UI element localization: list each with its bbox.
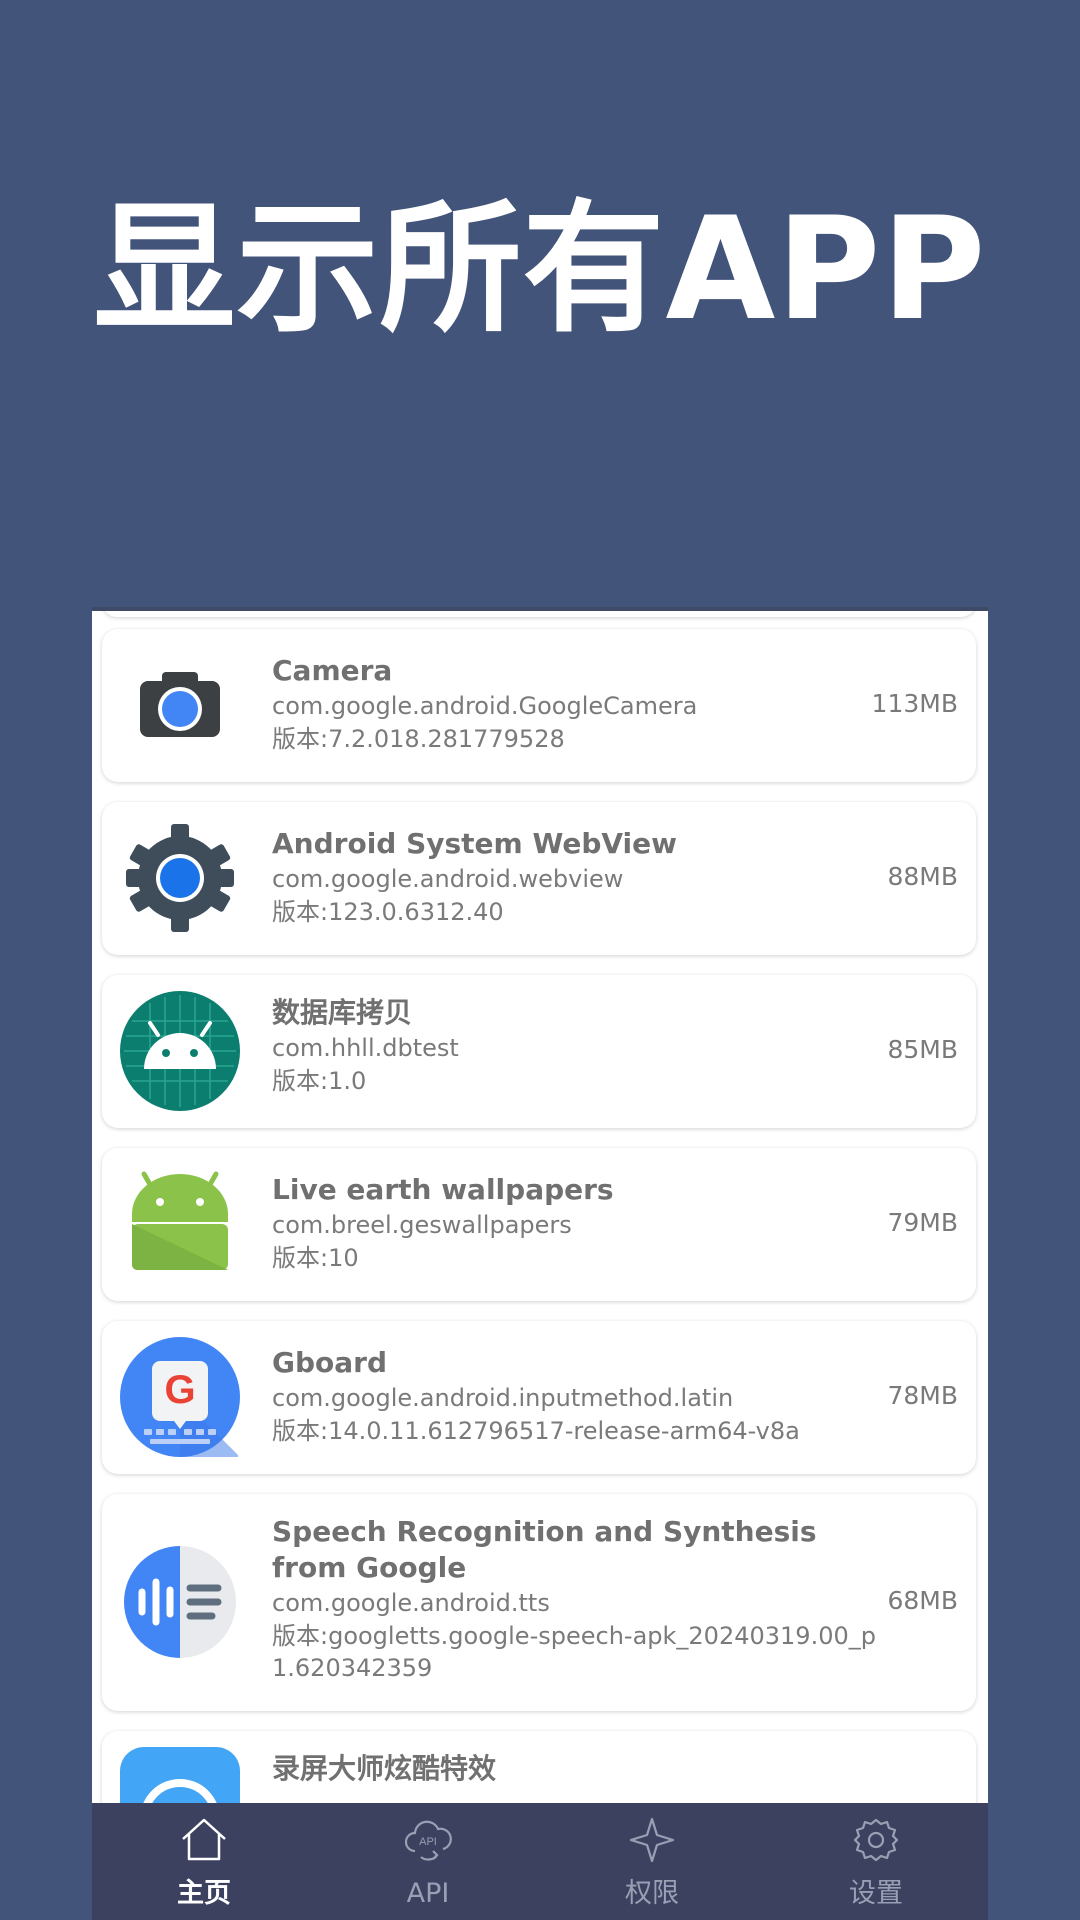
home-icon [182, 1818, 226, 1861]
app-name: Gboard [272, 1346, 388, 1379]
app-version: 版本:14.0.11.612796517-release-arm64-v8a [272, 1417, 800, 1445]
svg-text:G: G [164, 1368, 195, 1412]
app-size: 113MB [871, 689, 958, 718]
app-size: 85MB [887, 1035, 958, 1064]
sparkle-icon [629, 1817, 675, 1863]
app-size: 79MB [887, 1208, 958, 1237]
app-package: com.hhll.dbtest [272, 1034, 459, 1062]
app-card-camera[interactable]: Camera com.google.android.GoogleCamera 版… [102, 629, 976, 782]
screen-top-edge [92, 607, 988, 611]
promo-headline: 显示所有APP [93, 187, 987, 352]
settings-gear-icon [853, 1818, 899, 1862]
app-size: 78MB [887, 1381, 958, 1410]
app-package: com.breel.geswallpapers [272, 1211, 572, 1239]
app-version: 版本:1.0 [272, 1067, 367, 1095]
app-name: 数据库拷贝 [272, 996, 413, 1029]
app-name: Speech Recognition and Synthesis from Go… [272, 1515, 817, 1584]
nav-label: 主页 [177, 1878, 231, 1909]
app-card-gboard[interactable]: G Gboard com.google.android.inputmethod.… [102, 1321, 976, 1474]
nav-label: 设置 [849, 1878, 903, 1909]
app-name: Live earth wallpapers [272, 1173, 614, 1206]
bottom-navigation: 主页 API API 权限 设置 [92, 1803, 988, 1920]
nav-api[interactable]: API API [316, 1803, 540, 1920]
nav-home[interactable]: 主页 [92, 1803, 316, 1920]
svg-text:API: API [419, 1836, 437, 1848]
speech-icon [120, 1542, 240, 1662]
app-version: 版本:7.2.018.281779528 [272, 725, 565, 753]
app-card-speech[interactable]: Speech Recognition and Synthesis from Go… [102, 1494, 976, 1711]
app-version: 版本:googletts.google-speech-apk_20240319.… [272, 1622, 876, 1682]
app-card-dbtest[interactable]: 数据库拷贝 com.hhll.dbtest 版本:1.0 85MB [102, 975, 976, 1128]
nav-label: API [406, 1878, 450, 1909]
app-package: com.google.android.tts [272, 1589, 550, 1617]
app-card-webview[interactable]: Android System WebView com.google.androi… [102, 802, 976, 955]
nav-settings[interactable]: 设置 [764, 1803, 988, 1920]
android-robot-icon [120, 1164, 240, 1284]
app-name: 录屏大师炫酷特效 [272, 1752, 497, 1785]
api-cloud-icon: API [404, 1820, 452, 1861]
android-grid-icon [120, 991, 240, 1111]
nav-permissions[interactable]: 权限 [540, 1803, 764, 1920]
app-version: 版本:123.0.6312.40 [272, 898, 504, 926]
camera-icon [120, 645, 240, 765]
screen-recorder-icon [120, 1747, 240, 1803]
app-package: com.google.android.inputmethod.latin [272, 1384, 734, 1412]
app-name: Camera [272, 654, 393, 687]
gboard-icon: G [120, 1337, 240, 1457]
webview-gear-icon [120, 818, 240, 938]
app-list[interactable]: Camera com.google.android.GoogleCamera 版… [92, 607, 988, 1803]
app-card-screen-recorder[interactable]: 录屏大师炫酷特效 [102, 1731, 976, 1803]
app-package: com.google.android.GoogleCamera [272, 692, 698, 720]
app-version: 版本:10 [272, 1244, 359, 1272]
phone-screen: Camera com.google.android.GoogleCamera 版… [92, 607, 988, 1920]
app-card-live-earth[interactable]: Live earth wallpapers com.breel.geswallp… [102, 1148, 976, 1301]
app-size: 88MB [887, 862, 958, 891]
app-package: com.google.android.webview [272, 865, 624, 893]
app-name: Android System WebView [272, 827, 678, 860]
nav-label: 权限 [625, 1878, 679, 1909]
app-size: 68MB [887, 1586, 958, 1615]
